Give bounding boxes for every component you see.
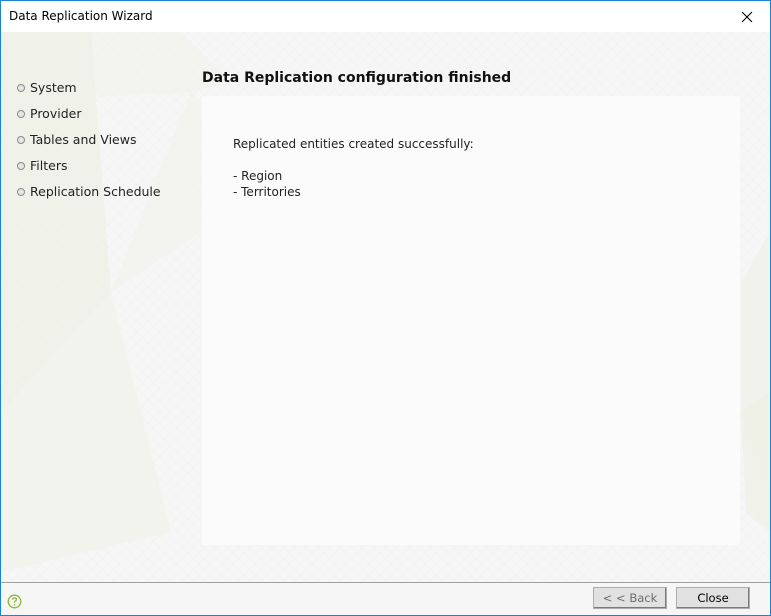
bullet-dot-icon <box>17 187 25 196</box>
entity-item: - Region <box>233 169 283 183</box>
step-label: Replication Schedule <box>30 183 161 199</box>
wizard-steps: System Provider Tables and Views Filters… <box>17 74 161 204</box>
step-system: System <box>17 74 161 100</box>
wizard-body: System Provider Tables and Views Filters… <box>1 32 770 582</box>
step-label: System <box>30 79 77 95</box>
footer: < < Back Close <box>1 583 770 615</box>
help-icon[interactable] <box>7 594 22 609</box>
step-label: Provider <box>30 105 82 121</box>
result-panel: Replicated entities created successfully… <box>202 96 740 545</box>
step-label: Filters <box>30 157 68 173</box>
bullet-dot-icon <box>17 109 25 118</box>
step-filters: Filters <box>17 152 161 178</box>
wizard-window: Data Replication Wizard System Provider <box>0 0 771 616</box>
step-replication-schedule: Replication Schedule <box>17 178 161 204</box>
close-button[interactable]: Close <box>676 587 750 609</box>
back-button[interactable]: < < Back <box>593 587 667 609</box>
close-icon <box>741 11 753 22</box>
step-provider: Provider <box>17 100 161 126</box>
title-bar: Data Replication Wizard <box>1 1 770 32</box>
bullet-dot-icon <box>17 135 25 144</box>
bullet-dot-icon <box>17 161 25 170</box>
step-tables-and-views: Tables and Views <box>17 126 161 152</box>
bullet-dot-icon <box>17 83 25 92</box>
entity-item: - Territories <box>233 185 301 199</box>
page-title: Data Replication configuration finished <box>202 70 512 86</box>
result-summary: Replicated entities created successfully… <box>233 137 474 151</box>
step-label: Tables and Views <box>30 131 137 147</box>
result-message: Replicated entities created successfully… <box>233 136 474 200</box>
window-close-button[interactable] <box>724 1 770 32</box>
window-title: Data Replication Wizard <box>9 9 153 23</box>
